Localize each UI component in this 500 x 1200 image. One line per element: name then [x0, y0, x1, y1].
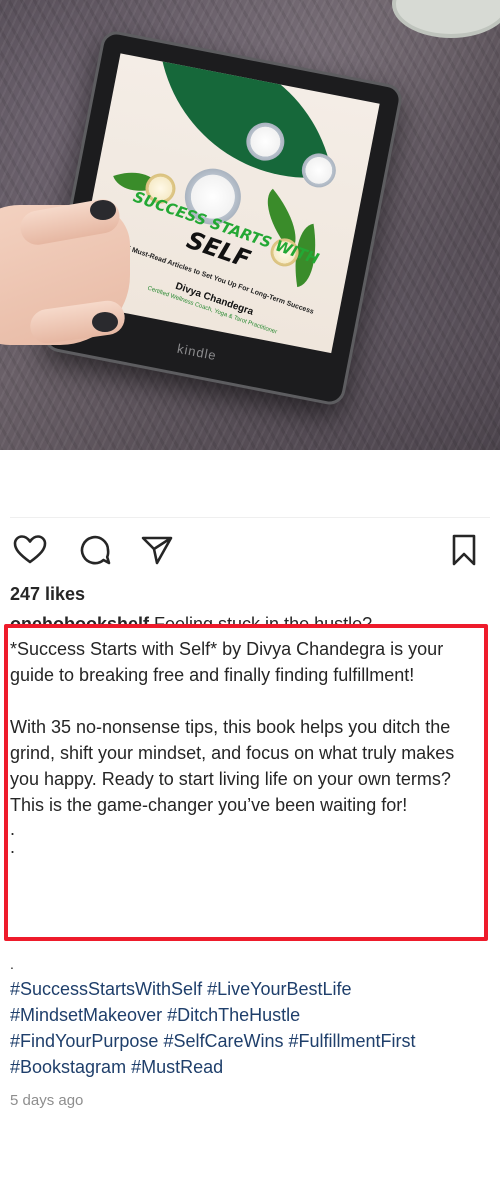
caption-body: *Success Starts with Self* by Divya Chan…: [10, 636, 488, 857]
nail-graphic: [90, 200, 116, 220]
hashtag-link[interactable]: #DitchTheHustle: [167, 1005, 300, 1025]
caption-first-line-text: Feeling stuck in the hustle?: [149, 614, 373, 626]
hashtag-link[interactable]: #SuccessStartsWithSelf: [10, 979, 202, 999]
hashtag-link[interactable]: #FindYourPurpose: [10, 1031, 158, 1051]
nail-graphic: [92, 312, 118, 332]
bookmark-outline-icon[interactable]: [447, 533, 481, 567]
paper-plane-icon[interactable]: [140, 533, 174, 567]
caption-paragraph: With 35 no-nonsense tips, this book help…: [10, 717, 455, 815]
post-image[interactable]: SUCCESS STARTS WITH SELF 35 Must-Read Ar…: [0, 0, 500, 450]
comment-bubble-icon[interactable]: [78, 533, 112, 567]
hashtag-link[interactable]: #MustRead: [131, 1057, 223, 1077]
caption-username[interactable]: onehobookshelf: [10, 614, 149, 626]
hashtag-link[interactable]: #Bookstagram: [10, 1057, 126, 1077]
hashtag-link[interactable]: #SelfCareWins: [163, 1031, 283, 1051]
hashtag-list: #SuccessStartsWithSelf #LiveYourBestLife…: [10, 976, 490, 1080]
caption-dot: .: [10, 956, 14, 972]
caption-dot: .: [10, 819, 16, 839]
post-timestamp: 5 days ago: [10, 1092, 84, 1109]
hashtag-link[interactable]: #MindsetMakeover: [10, 1005, 162, 1025]
divider: [10, 517, 490, 518]
hashtag-link[interactable]: #FulfillmentFirst: [289, 1031, 416, 1051]
hashtag-link[interactable]: #LiveYourBestLife: [207, 979, 351, 999]
heart-outline-icon[interactable]: [13, 533, 47, 567]
caption-first-line: onehobookshelf Feeling stuck in the hust…: [10, 612, 490, 626]
caption-paragraph: *Success Starts with Self* by Divya Chan…: [10, 639, 444, 685]
caption-dot: .: [10, 837, 16, 857]
likes-count[interactable]: 247 likes: [10, 584, 85, 605]
